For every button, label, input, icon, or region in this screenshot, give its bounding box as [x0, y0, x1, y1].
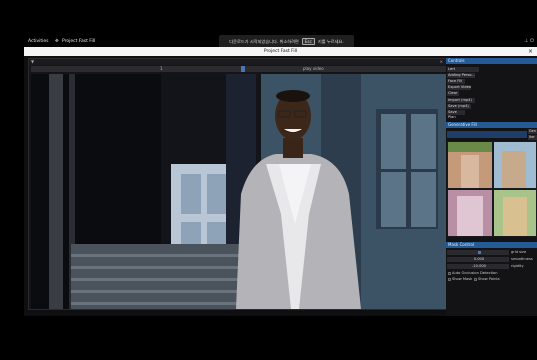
activities-button[interactable]: Activities — [28, 39, 49, 44]
mode-dropdown-value: Lert — [448, 67, 456, 71]
generative-fill-header[interactable]: Generative Fill — [446, 122, 537, 128]
iter-button[interactable]: Iter — [528, 135, 537, 140]
mode-dropdown[interactable]: Lert — [447, 67, 479, 72]
show-points-label: Show Points — [478, 277, 500, 281]
right-panel: Controls Lert Adding Perso... Face Fill … — [446, 58, 537, 316]
system-tray[interactable]: ⊥ ⏻ — [524, 38, 534, 44]
gen-button[interactable]: Gen — [528, 129, 537, 134]
gen-progress-bar — [447, 131, 527, 138]
window-title: Project Fast Fill — [263, 49, 298, 54]
mask-control-header[interactable]: Mask Control — [446, 242, 537, 248]
app-name: Project Fast Fill — [62, 39, 96, 44]
frame-slider[interactable]: 1 play video — [31, 66, 446, 72]
notification-text: 다운로드가 시작되었습니다. 취소하려면 — [229, 38, 299, 44]
controls-header[interactable]: Controls — [446, 58, 537, 64]
grid-size-label: grid size — [511, 250, 527, 254]
smoothness-label: smoothness — [511, 257, 533, 261]
app-menu[interactable]: ✥ Project Fast Fill — [55, 39, 95, 44]
window-titlebar[interactable]: Project Fast Fill × — [24, 47, 537, 56]
app-icon: ✥ — [55, 39, 59, 44]
checkbox-box[interactable] — [474, 277, 477, 281]
controls-item-save-mp4[interactable]: Save (mp4) — [447, 104, 471, 109]
smoothness-input[interactable]: 0.000 — [447, 257, 509, 262]
slider-mid-label: 1 — [160, 66, 163, 71]
controls-item-save-plan[interactable]: Save Plan — [447, 110, 465, 119]
video-panel: ▼ × 1 play video — [28, 58, 447, 310]
auto-occlusion-label: Auto Occlusion Detection — [452, 271, 498, 275]
checkbox-box[interactable] — [448, 271, 451, 275]
notification-tail: 키를 누르세요. — [317, 38, 344, 44]
video-scene — [31, 74, 446, 309]
rigidity-label: rigidity — [511, 264, 524, 268]
collapse-icon[interactable]: ▼ — [31, 59, 34, 64]
controls-item-export-video[interactable]: Export Video — [447, 85, 471, 90]
panel-close-icon[interactable]: × — [440, 59, 443, 64]
generated-thumbnails[interactable] — [447, 141, 537, 237]
controls-item-clear[interactable]: Clear — [447, 91, 459, 96]
app-window: ▼ × 1 play video Controls Lert Adding Pe… — [24, 56, 537, 316]
show-points-checkbox[interactable]: Show Points — [474, 277, 500, 281]
power-icon: ⏻ — [530, 38, 534, 44]
show-mask-label: Show Mask — [452, 277, 473, 281]
play-video-label: play video — [303, 66, 324, 71]
notification-key: Esc — [301, 38, 315, 45]
rigidity-input[interactable]: -10.000 — [447, 264, 509, 269]
controls-item-adding-person[interactable]: Adding Perso... — [447, 73, 475, 78]
controls-item-face-fill[interactable]: Face Fill — [447, 79, 465, 84]
grid-size-knob[interactable] — [478, 251, 481, 254]
network-icon: ⊥ — [524, 38, 529, 44]
video-panel-header[interactable]: ▼ × — [29, 59, 446, 65]
slider-knob[interactable] — [241, 66, 245, 72]
controls-item-import[interactable]: Import (mp4) — [447, 98, 475, 103]
close-icon[interactable]: × — [528, 47, 533, 56]
video-frame[interactable] — [31, 74, 446, 309]
grid-size-slider[interactable] — [447, 250, 509, 255]
show-mask-checkbox[interactable]: Show Mask — [448, 277, 472, 281]
checkbox-box[interactable] — [448, 277, 451, 281]
auto-occlusion-checkbox[interactable]: Auto Occlusion Detection — [448, 271, 498, 275]
